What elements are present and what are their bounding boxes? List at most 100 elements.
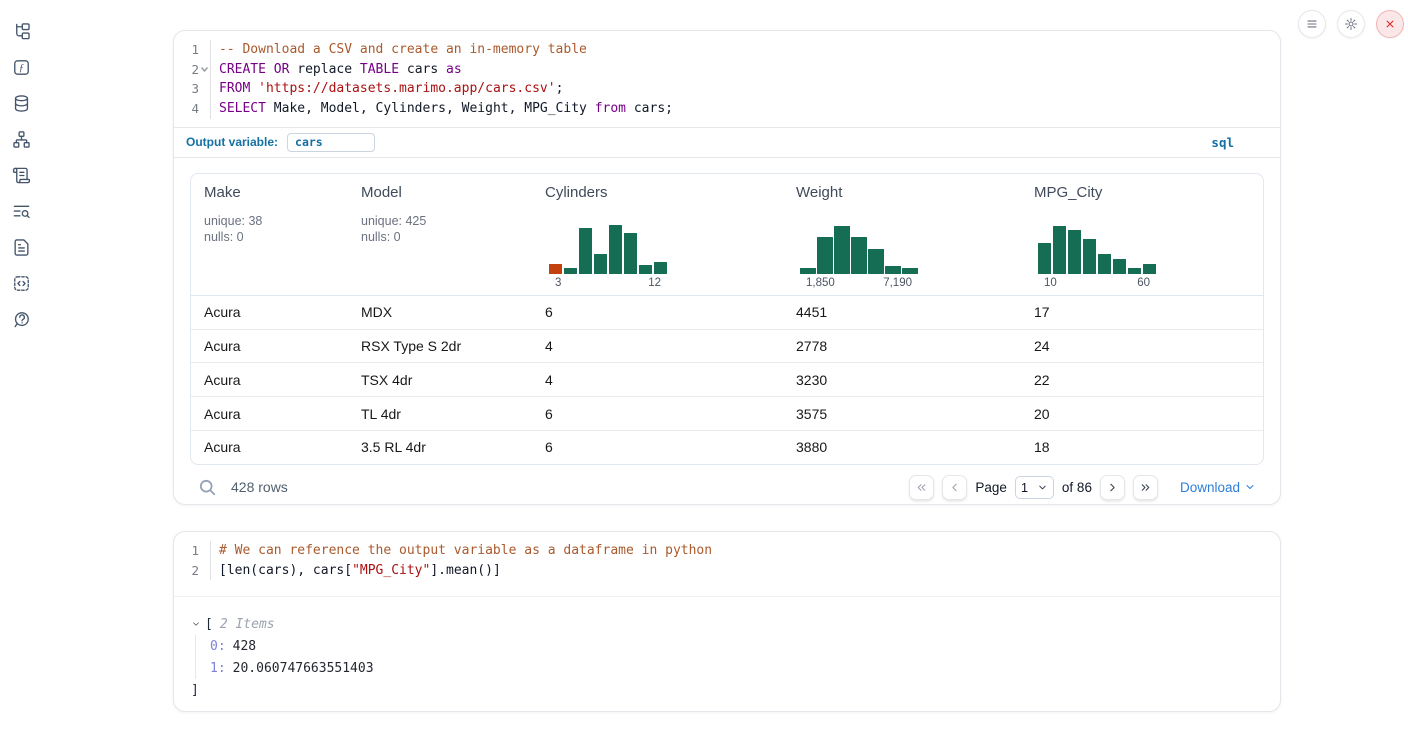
download-label: Download [1180,480,1240,495]
column-header-model[interactable]: Modelunique: 425nulls: 0 [348,174,532,295]
table-row: AcuraMDX6445117 [191,296,1263,330]
python-editor[interactable]: 1# We can reference the output variable … [174,532,1280,588]
column-header-make[interactable]: Makeunique: 38nulls: 0 [191,174,348,295]
line-number: 1 [180,541,199,561]
code-token: TABLE [360,62,399,77]
hist-bar [579,228,592,274]
function-square-icon[interactable]: ƒ [10,58,32,77]
python-cell: 1# We can reference the output variable … [173,531,1281,712]
column-histogram: 1060 [1038,222,1156,289]
close-bracket: ] [191,679,1264,701]
code-line: 3FROM 'https://datasets.marimo.app/cars.… [180,79,1280,99]
gear-icon [1344,17,1358,31]
notebook-actions [1298,10,1404,38]
table-cell: 3.5 RL 4dr [348,431,532,464]
snippets-icon[interactable] [10,274,32,293]
first-page-button[interactable] [909,475,934,500]
table-footer: 428 rows Page 1 of 86 [190,465,1264,510]
table-cell: 22 [1021,363,1263,396]
hist-bar [639,265,652,274]
settings-button[interactable] [1337,10,1365,38]
hist-bar [902,268,918,274]
histogram-axis-labels: 1060 [1038,274,1156,289]
data-table: Makeunique: 38nulls: 0Modelunique: 425nu… [190,173,1264,465]
scroll-logs-icon[interactable] [10,166,32,185]
line-number: 1 [180,40,199,60]
code-token: [len(cars), cars[ [219,563,352,578]
code-token: SELECT [219,101,266,116]
hist-bar [1083,239,1096,274]
table-cell: 20 [1021,397,1263,430]
column-histogram: 312 [549,222,667,289]
file-explorer-icon[interactable] [10,22,32,41]
table-row: AcuraRSX Type S 2dr4277824 [191,330,1263,364]
menu-button[interactable] [1298,10,1326,38]
download-button[interactable]: Download [1180,480,1256,495]
collapse-chevron-icon[interactable] [191,619,205,629]
code-token: cars; [626,101,673,116]
help-chat-icon[interactable] [10,310,32,329]
fold-spacer [199,79,210,99]
page-select[interactable]: 1 [1015,476,1054,499]
code-token: -- Download a CSV and create an in-memor… [219,42,587,57]
hist-bar [817,237,833,274]
table-cell: 24 [1021,330,1263,363]
code-line: 1 -- Download a CSV and create an in-memo… [180,40,1280,60]
hist-bar [594,254,607,274]
table-cell: 18 [1021,431,1263,464]
database-icon[interactable] [10,94,32,113]
code-token [266,62,274,77]
table-cell: 4 [532,363,783,396]
page-total: of 86 [1062,480,1092,495]
prev-page-button[interactable] [942,475,967,500]
column-histogram: 1,8507,190 [800,222,918,289]
chevron-down-icon [1244,481,1256,493]
output-variable-input[interactable] [287,133,375,152]
sidebar-panel-switcher: ƒ [10,22,32,329]
code-text: -- Download a CSV and create an in-memor… [210,40,1280,60]
chevron-down-icon [1037,482,1048,493]
text-search-icon[interactable] [10,202,32,221]
hist-bar [1068,230,1081,274]
next-page-button[interactable] [1100,475,1125,500]
table-cell: 6 [532,397,783,430]
fold-chevron-icon[interactable] [199,60,210,80]
column-name: Weight [796,184,1021,201]
tree-entry-key: 1: [210,661,226,676]
column-header-cylinders[interactable]: Cylinders 312 [532,174,783,295]
histogram-bars [1038,222,1156,274]
code-token: FROM [219,81,250,96]
hist-bar [868,249,884,274]
sql-editor[interactable]: 1 -- Download a CSV and create an in-memo… [174,31,1280,127]
hist-bar [1038,243,1051,274]
column-name: Cylinders [545,184,783,201]
column-header-weight[interactable]: Weight 1,8507,190 [783,174,1021,295]
dependency-graph-icon[interactable] [10,130,32,149]
search-icon [199,479,216,496]
table-cell: 3575 [783,397,1021,430]
open-bracket: [ [205,617,213,632]
hist-bar [624,233,637,274]
line-number: 4 [180,99,199,119]
output-tree: [ 2 Items 0:4281:20.060747663551403 ] [174,596,1280,701]
hist-bar [1143,264,1156,274]
table-cell: 4451 [783,296,1021,329]
code-text: [len(cars), cars["MPG_City"].mean()] [210,561,1280,581]
column-header-mpg_city[interactable]: MPG_City1060 [1021,174,1263,295]
fold-spacer [199,40,210,60]
code-token: replace [289,62,359,77]
hist-bar [851,237,867,274]
tree-entry-value: 20.060747663551403 [233,661,374,676]
last-page-button[interactable] [1133,475,1158,500]
code-line: 2[len(cars), cars["MPG_City"].mean()] [180,561,1280,581]
output-variable-label: Output variable: [186,135,278,149]
shutdown-button[interactable] [1376,10,1404,38]
document-icon[interactable] [10,238,32,257]
table-cell: 3230 [783,363,1021,396]
svg-text:ƒ: ƒ [18,63,23,74]
table-search-button[interactable] [199,479,216,496]
hist-bar [800,268,816,274]
table-cell: TL 4dr [348,397,532,430]
hamburger-icon [1305,17,1319,31]
table-body: AcuraMDX6445117AcuraRSX Type S 2dr427782… [191,296,1263,464]
